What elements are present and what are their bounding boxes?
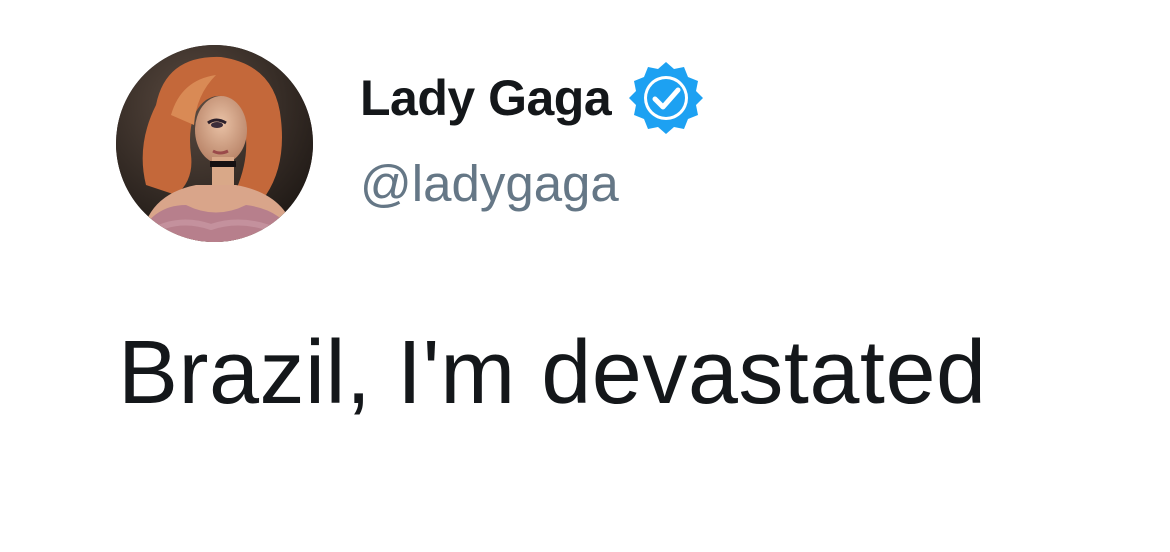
tweet-text: Brazil, I'm devastated (118, 323, 987, 423)
author-name-row[interactable]: Lady Gaga (360, 62, 705, 134)
verified-badge-icon (627, 59, 705, 137)
tweet-card: Lady Gaga @ladygaga Brazil, I'm devastat… (0, 0, 1170, 552)
author-display-name[interactable]: Lady Gaga (360, 66, 612, 130)
profile-photo-icon (116, 45, 313, 242)
author-handle[interactable]: @ladygaga (360, 152, 619, 216)
avatar[interactable] (116, 45, 313, 242)
